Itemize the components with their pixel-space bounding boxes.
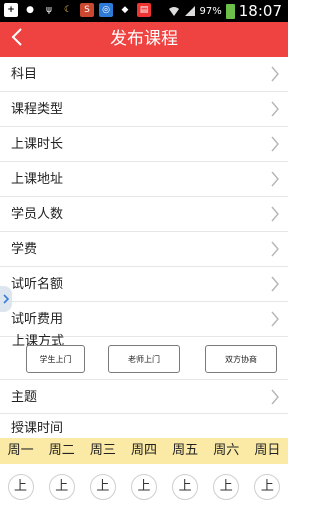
usb-icon: ψ bbox=[46, 5, 52, 15]
status-right: 97% 18:07 bbox=[168, 2, 282, 20]
chevron-right-icon bbox=[271, 101, 279, 117]
row-student-count[interactable]: 学员人数 bbox=[0, 197, 288, 232]
weekday-sun: 周日 bbox=[254, 443, 281, 458]
weekday-thu: 周四 bbox=[130, 443, 157, 458]
row-label: 试听名额 bbox=[11, 277, 64, 292]
chevron-right-icon bbox=[271, 389, 279, 405]
row-label: 上课地址 bbox=[11, 172, 64, 187]
side-drawer-handle[interactable] bbox=[0, 286, 12, 312]
weekday-bar: 周一 周二 周三 周四 周五 周六 周日 bbox=[0, 438, 288, 464]
row-label: 学费 bbox=[11, 242, 38, 257]
news-icon: ▤ bbox=[137, 3, 151, 17]
wechat-icon: ● bbox=[26, 5, 34, 15]
wifi-icon bbox=[168, 7, 179, 16]
battery-percent: 97% bbox=[199, 5, 222, 17]
chevron-right-icon bbox=[271, 206, 279, 222]
slot-sat-morning[interactable]: 上 bbox=[213, 474, 240, 500]
slot-mon-morning[interactable]: 上 bbox=[7, 474, 34, 500]
schedule-label: 授课时间 bbox=[11, 421, 64, 436]
row-label: 试听费用 bbox=[11, 312, 64, 327]
weekday-sat: 周六 bbox=[213, 443, 240, 458]
row-label: 学员人数 bbox=[11, 207, 64, 222]
chevron-right-icon bbox=[3, 294, 9, 304]
morning-slots: 上 上 上 上 上 上 上 bbox=[0, 474, 288, 504]
signal-icon bbox=[184, 6, 195, 16]
row-topic[interactable]: 主题 bbox=[0, 379, 288, 414]
weekday-wed: 周三 bbox=[89, 443, 116, 458]
mode-option-teacher-visit[interactable]: 老师上门 bbox=[108, 345, 180, 373]
moon-icon: ☾ bbox=[63, 5, 73, 15]
page-title: 发布课程 bbox=[110, 29, 178, 49]
chevron-right-icon bbox=[271, 66, 279, 82]
chevron-right-icon bbox=[271, 276, 279, 292]
notification-icons: + ● ψ ☾ S ◎ ◆ ▤ bbox=[4, 3, 151, 17]
app-icon: S bbox=[80, 3, 94, 17]
row-label: 上课时长 bbox=[11, 137, 64, 152]
chevron-right-icon bbox=[271, 241, 279, 257]
app-icon: ◎ bbox=[99, 3, 113, 17]
slot-fri-morning[interactable]: 上 bbox=[172, 474, 199, 500]
battery-icon bbox=[225, 3, 235, 19]
chevron-right-icon bbox=[271, 311, 279, 327]
chevron-right-icon bbox=[271, 171, 279, 187]
row-label: 课程类型 bbox=[11, 102, 64, 117]
chevron-right-icon bbox=[271, 136, 279, 152]
slot-thu-morning[interactable]: 上 bbox=[130, 474, 157, 500]
row-trial-quota[interactable]: 试听名额 bbox=[0, 267, 288, 302]
shield-icon: ◆ bbox=[121, 5, 129, 15]
slot-sun-morning[interactable]: 上 bbox=[254, 474, 281, 500]
row-duration[interactable]: 上课时长 bbox=[0, 127, 288, 162]
mode-option-student-visit[interactable]: 学生上门 bbox=[26, 345, 85, 373]
row-subject[interactable]: 科目 bbox=[0, 57, 288, 92]
title-bar: 发布课程 bbox=[0, 22, 288, 57]
row-address[interactable]: 上课地址 bbox=[0, 162, 288, 197]
weekday-mon: 周一 bbox=[7, 443, 34, 458]
row-label: 科目 bbox=[11, 67, 38, 82]
weekday-tue: 周二 bbox=[48, 443, 75, 458]
row-label: 主题 bbox=[11, 390, 38, 405]
mode-option-negotiate[interactable]: 双方协商 bbox=[205, 345, 277, 373]
clock: 18:07 bbox=[238, 2, 282, 20]
slot-wed-morning[interactable]: 上 bbox=[89, 474, 116, 500]
status-bar: + ● ψ ☾ S ◎ ◆ ▤ 97% 18:07 bbox=[0, 0, 288, 22]
slot-tue-morning[interactable]: 上 bbox=[48, 474, 75, 500]
plus-icon: + bbox=[4, 3, 18, 17]
row-course-type[interactable]: 课程类型 bbox=[0, 92, 288, 127]
weekday-fri: 周五 bbox=[172, 443, 199, 458]
row-tuition[interactable]: 学费 bbox=[0, 232, 288, 267]
